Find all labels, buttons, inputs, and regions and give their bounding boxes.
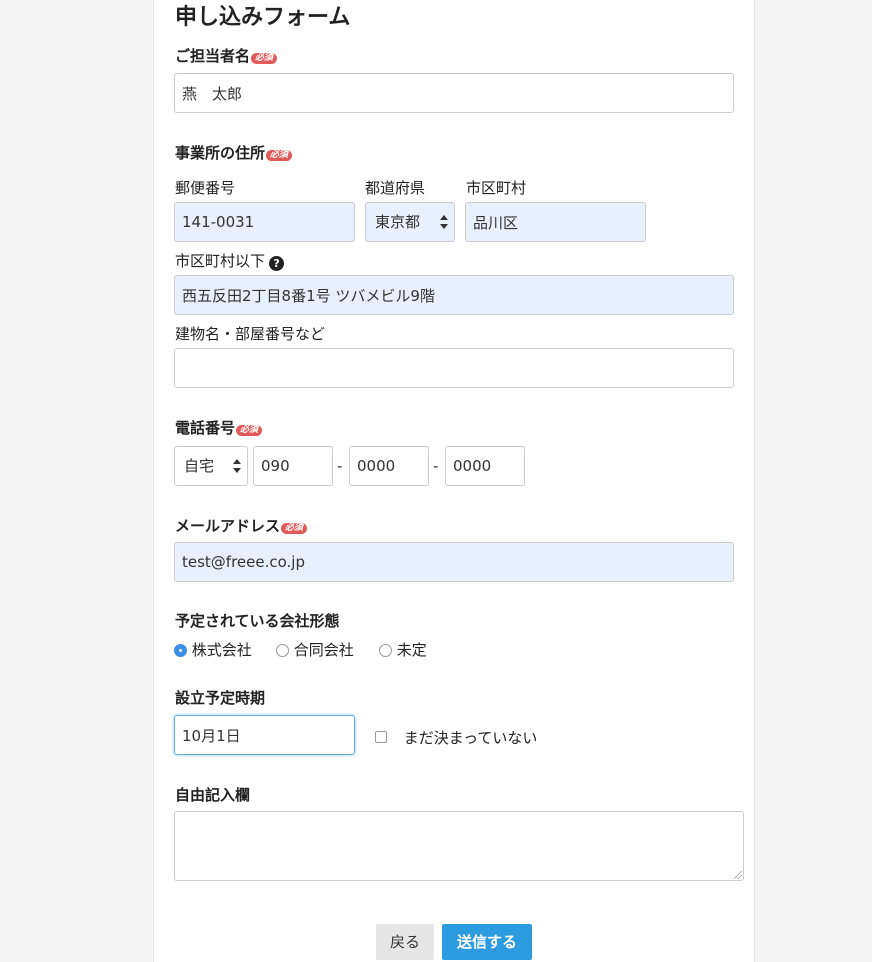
- resize-grip-icon[interactable]: [734, 871, 742, 879]
- street-input[interactable]: [174, 275, 734, 315]
- required-badge: 必須: [281, 523, 308, 534]
- question-circle-icon[interactable]: ?: [269, 256, 285, 271]
- prefecture-label: 都道府県: [365, 179, 426, 197]
- undecided-label: まだ決まっていない: [403, 729, 538, 747]
- phone-separator: -: [433, 457, 439, 475]
- notes-textarea[interactable]: [174, 811, 744, 881]
- radio-checked-icon[interactable]: [174, 644, 187, 657]
- phone-part3-input[interactable]: [445, 446, 525, 486]
- radio-unchecked-icon[interactable]: [379, 644, 392, 657]
- city-label: 市区町村: [466, 179, 527, 197]
- email-label: メールアドレス 必須: [175, 516, 308, 536]
- founding-date-input[interactable]: [174, 715, 355, 755]
- required-badge: 必須: [251, 53, 278, 64]
- undecided-checkbox-row[interactable]: まだ決まっていない: [375, 728, 537, 748]
- required-badge: 必須: [266, 150, 293, 161]
- notes-wrapper: [174, 811, 744, 881]
- phone-type-value: 自宅: [184, 457, 215, 475]
- building-input[interactable]: [174, 348, 734, 388]
- page-title: 申し込みフォーム: [175, 5, 351, 30]
- founding-date-label: 設立予定時期: [175, 689, 266, 707]
- postal-code-label: 郵便番号: [175, 179, 236, 197]
- company-type-option-label: 合同会社: [293, 641, 354, 659]
- contact-label: ご担当者名 必須: [175, 46, 278, 66]
- select-arrows-icon: [440, 215, 448, 229]
- address-label: 事業所の住所 必須: [175, 143, 293, 163]
- contact-name-input[interactable]: [174, 73, 734, 113]
- street-label-text: 市区町村以下: [175, 252, 266, 270]
- phone-part1-input[interactable]: [253, 446, 333, 486]
- prefecture-select-value: 東京都: [375, 213, 421, 231]
- phone-part2-input[interactable]: [349, 446, 429, 486]
- company-type-option-mitei[interactable]: 未定: [379, 640, 427, 660]
- phone-label: 電話番号 必須: [175, 418, 263, 438]
- submit-button[interactable]: 送信する: [442, 924, 532, 960]
- phone-separator: -: [337, 457, 343, 475]
- street-label: 市区町村以下?: [175, 251, 285, 271]
- company-type-option-label: 未定: [396, 641, 427, 659]
- back-button[interactable]: 戻る: [376, 924, 434, 960]
- checkbox-icon[interactable]: [375, 731, 387, 743]
- phone-type-select[interactable]: 自宅: [174, 446, 248, 486]
- company-type-option-kabushiki[interactable]: 株式会社: [174, 640, 252, 660]
- email-label-text: メールアドレス: [175, 517, 281, 535]
- company-type-label: 予定されている会社形態: [175, 612, 340, 630]
- notes-label: 自由記入欄: [175, 786, 251, 804]
- postal-code-input[interactable]: [174, 202, 355, 242]
- radio-unchecked-icon[interactable]: [276, 644, 289, 657]
- contact-label-text: ご担当者名: [175, 47, 251, 65]
- city-input[interactable]: [465, 202, 646, 242]
- address-label-text: 事業所の住所: [175, 144, 266, 162]
- phone-label-text: 電話番号: [175, 419, 236, 437]
- building-label: 建物名・部屋番号など: [175, 325, 326, 343]
- required-badge: 必須: [236, 425, 263, 436]
- prefecture-select[interactable]: 東京都: [365, 202, 455, 242]
- email-input[interactable]: [174, 542, 734, 582]
- company-type-option-godo[interactable]: 合同会社: [276, 640, 354, 660]
- select-arrows-icon: [233, 459, 241, 473]
- company-type-option-label: 株式会社: [191, 641, 252, 659]
